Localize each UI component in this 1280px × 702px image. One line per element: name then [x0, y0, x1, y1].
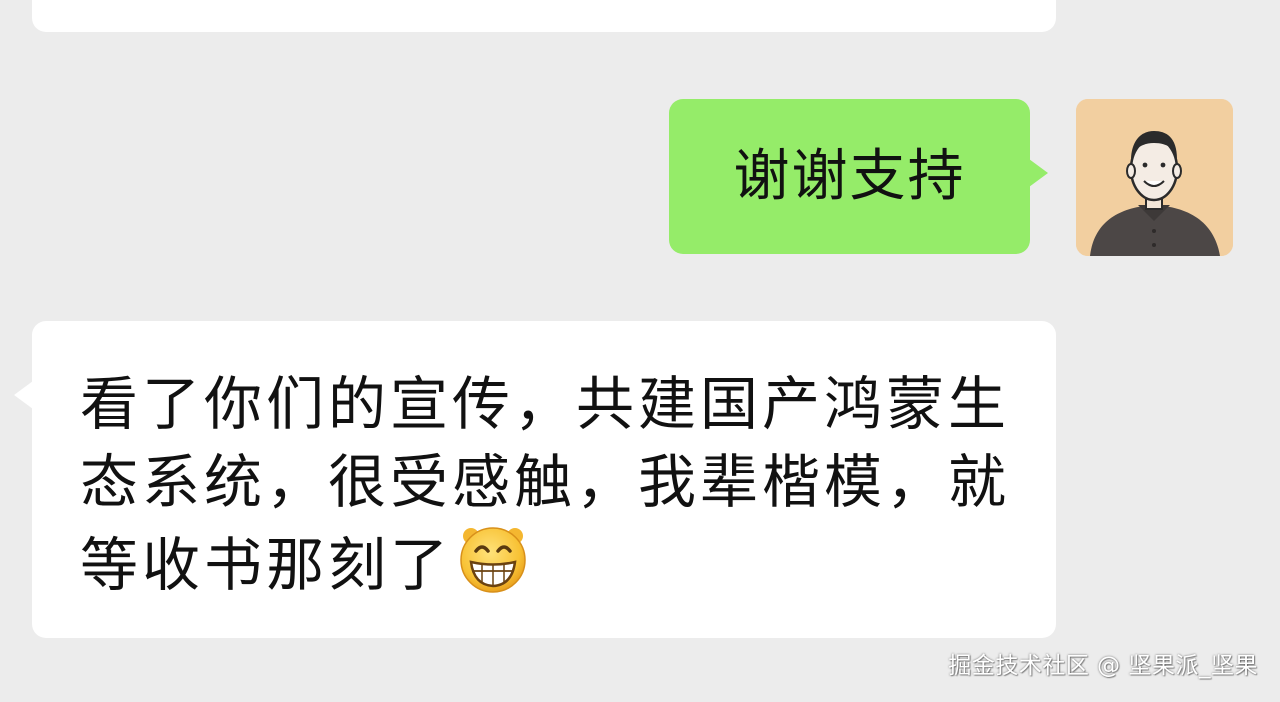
chat-area: 谢谢支持 看了你们的宣传，共建国产鸿蒙生态系统，很受感触，我辈楷模，就等收书那刻…	[0, 0, 1280, 702]
sent-message-bubble[interactable]: 谢谢支持	[669, 99, 1048, 254]
received-message-bubble[interactable]: 看了你们的宣传，共建国产鸿蒙生态系统，很受感触，我辈楷模，就等收书那刻了	[14, 321, 1056, 638]
received-message-text: 看了你们的宣传，共建国产鸿蒙生态系统，很受感触，我辈楷模，就等收书那刻了	[80, 365, 1010, 614]
watermark: 掘金技术社区 @ 坚果派_坚果	[948, 653, 1258, 679]
person-avatar-icon	[1076, 99, 1233, 256]
sent-message-text: 谢谢支持	[733, 143, 966, 209]
received-message-body: 看了你们的宣传，共建国产鸿蒙生态系统，很受感触，我辈楷模，就等收书那刻了	[80, 370, 1011, 599]
previous-message-bubble[interactable]	[32, 0, 1056, 32]
avatar[interactable]	[1076, 99, 1233, 256]
grinning-face-icon	[456, 521, 530, 614]
